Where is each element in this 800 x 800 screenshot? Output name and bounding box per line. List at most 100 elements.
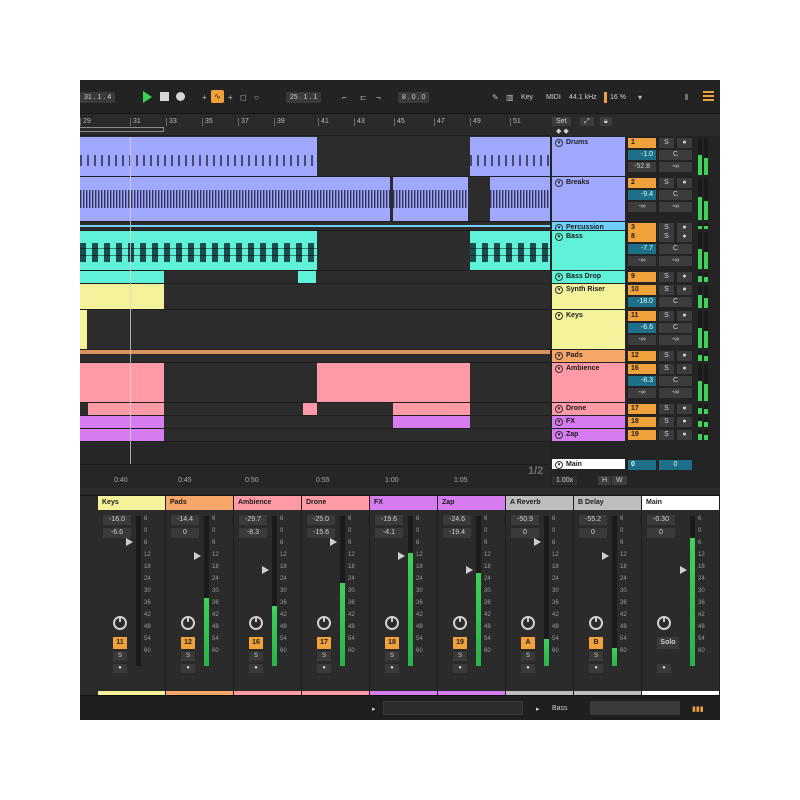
- arm-button[interactable]: ●: [589, 664, 603, 673]
- arrangement-clip[interactable]: [393, 403, 470, 415]
- fold-toggle-icon[interactable]: ▾: [555, 461, 563, 469]
- arrangement-clip[interactable]: [80, 310, 87, 349]
- arm-button[interactable]: ●: [677, 417, 692, 427]
- arrangement-clip[interactable]: [303, 403, 317, 415]
- track-volume[interactable]: -7.7: [628, 244, 656, 254]
- track-activator[interactable]: 17: [317, 637, 331, 649]
- track-volume[interactable]: -18.0: [628, 297, 656, 307]
- mixer-strip[interactable]: Ambience -29.7 -8.3 6 0 6 12 18 24 30 36 42 48 54 60 16…: [234, 496, 302, 696]
- solo-button[interactable]: S: [521, 652, 535, 661]
- fold-toggle-icon[interactable]: ▾: [555, 365, 563, 373]
- track-header[interactable]: ▾ Ambience 16 S ● -8.3 C -∞ -∞: [550, 363, 720, 403]
- arrangement-lane[interactable]: [80, 271, 550, 284]
- solo-button[interactable]: S: [659, 311, 674, 321]
- play-small-icon[interactable]: ▸: [536, 705, 540, 713]
- track-volume[interactable]: -8.3: [628, 376, 656, 386]
- track-header[interactable]: ▾ Breaks 2 S ● -9.4 C -∞ -∞: [550, 177, 720, 222]
- arm-button[interactable]: ●: [677, 178, 692, 188]
- solo-button[interactable]: S: [659, 285, 674, 295]
- track-header[interactable]: ▾ Main 0 0: [550, 459, 720, 470]
- track-volume[interactable]: -1.0: [628, 150, 656, 160]
- device-chain-preview[interactable]: [590, 701, 680, 715]
- menu-icon[interactable]: [703, 91, 714, 102]
- volume-fader-handle[interactable]: [466, 566, 473, 574]
- arm-button[interactable]: ●: [677, 351, 692, 361]
- arrangement-clip[interactable]: [490, 177, 550, 221]
- track-activator[interactable]: Solo: [657, 637, 679, 649]
- track-header[interactable]: ▾ Zap 19 S ●: [550, 429, 720, 442]
- arrangement-clip[interactable]: [317, 363, 470, 402]
- arm-button[interactable]: ●: [677, 272, 692, 282]
- arm-button[interactable]: ●: [677, 232, 692, 242]
- arrangement-clip[interactable]: [80, 350, 550, 354]
- volume-readout[interactable]: 0: [171, 528, 199, 538]
- strip-title[interactable]: Ambience: [234, 496, 301, 510]
- strip-title[interactable]: Pads: [166, 496, 233, 510]
- arm-button[interactable]: ●: [521, 664, 535, 673]
- track-header[interactable]: ▾ FX 18 S ●: [550, 416, 720, 429]
- arrangement-lane[interactable]: [80, 363, 550, 403]
- strip-title[interactable]: B Delay: [574, 496, 641, 510]
- fold-toggle-icon[interactable]: ▾: [555, 352, 563, 360]
- track-header[interactable]: ▾ Bass 8 S ● -7.7 C -∞ -∞: [550, 231, 720, 271]
- track-volume[interactable]: -6.6: [628, 323, 656, 333]
- volume-fader-handle[interactable]: [330, 538, 337, 546]
- solo-button[interactable]: S: [453, 652, 467, 661]
- pan-knob[interactable]: [521, 616, 535, 630]
- loop-brace[interactable]: [80, 127, 164, 132]
- mixer-strip[interactable]: Keys -16.0 -6.6 6 0 6 12 18 24 30 36 42 48 54 60 11 S ●: [98, 496, 166, 696]
- arrangement-clip[interactable]: [298, 271, 316, 283]
- track-name[interactable]: ▾ Pads: [552, 350, 625, 362]
- track-number[interactable]: 0: [628, 460, 656, 470]
- pan-knob[interactable]: [453, 616, 467, 630]
- track-activator[interactable]: 19: [453, 637, 467, 649]
- overview-strip[interactable]: [383, 701, 523, 715]
- expand-icon[interactable]: ⤢: [580, 117, 594, 126]
- arrangement-position[interactable]: 25 . 1 . 1: [286, 92, 322, 103]
- volume-fader-handle[interactable]: [262, 566, 269, 574]
- mixer-strip[interactable]: B Delay -55.2 0 6 0 6 12 18 24 30 36 42 48 54 60 B S ●: [574, 496, 642, 696]
- track-name[interactable]: ▾ FX: [552, 416, 625, 428]
- track-volume[interactable]: -9.4: [628, 190, 656, 200]
- volume-readout[interactable]: 0: [511, 528, 539, 538]
- draw-mode-icon[interactable]: ✎: [492, 92, 499, 103]
- fold-toggle-icon[interactable]: ▾: [555, 312, 563, 320]
- track-name[interactable]: ▾ Drone: [552, 403, 625, 415]
- track-name[interactable]: ▾ Drums: [552, 137, 625, 176]
- volume-fader-handle[interactable]: [602, 552, 609, 560]
- arrangement-clip[interactable]: [80, 429, 164, 441]
- solo-button[interactable]: S: [659, 430, 674, 440]
- volume-readout[interactable]: -19.4: [443, 528, 471, 538]
- arrangement-lane[interactable]: [80, 231, 550, 271]
- overview-icon[interactable]: ⦀: [685, 92, 689, 103]
- track-name[interactable]: ▾ Percussion: [552, 222, 625, 232]
- track-activator[interactable]: 10: [628, 285, 656, 295]
- strip-title[interactable]: A Reverb: [506, 496, 573, 510]
- mixer-strip[interactable]: Main -0.30 0 6 0 6 12 18 24 30 36 42 48 54 60 Solo ●: [642, 496, 720, 696]
- track-activator[interactable]: 11: [113, 637, 127, 649]
- track-activator[interactable]: 8: [628, 232, 656, 242]
- loop-switch-icon[interactable]: ⊏: [360, 92, 367, 103]
- midi-map-button[interactable]: MIDI: [546, 92, 561, 103]
- arrangement-clip[interactable]: [80, 225, 550, 227]
- loop-icon[interactable]: ◻: [240, 92, 247, 103]
- arrangement-clip[interactable]: [80, 137, 317, 176]
- track-name[interactable]: ▾ Ambience: [552, 363, 625, 402]
- track-name[interactable]: ▾ Main: [552, 459, 625, 469]
- plus-icon[interactable]: +: [228, 92, 233, 103]
- arrangement-lane[interactable]: [80, 403, 550, 416]
- arm-button[interactable]: ●: [317, 664, 331, 673]
- track-header[interactable]: ▾ Bass Drop 9 S ●: [550, 271, 720, 284]
- fold-toggle-icon[interactable]: ▾: [555, 273, 563, 281]
- arrangement-clip[interactable]: [80, 284, 164, 309]
- track-activator[interactable]: 18: [385, 637, 399, 649]
- arm-button[interactable]: ●: [453, 664, 467, 673]
- arrangement-lane[interactable]: [80, 177, 550, 222]
- pan-knob[interactable]: [385, 616, 399, 630]
- track-activator[interactable]: 18: [628, 417, 656, 427]
- solo-button[interactable]: S: [317, 652, 331, 661]
- strip-title[interactable]: Zap: [438, 496, 505, 510]
- arrangement-clip[interactable]: [80, 271, 164, 283]
- arrangement-clip[interactable]: [393, 416, 470, 428]
- volume-readout[interactable]: 0: [579, 528, 607, 538]
